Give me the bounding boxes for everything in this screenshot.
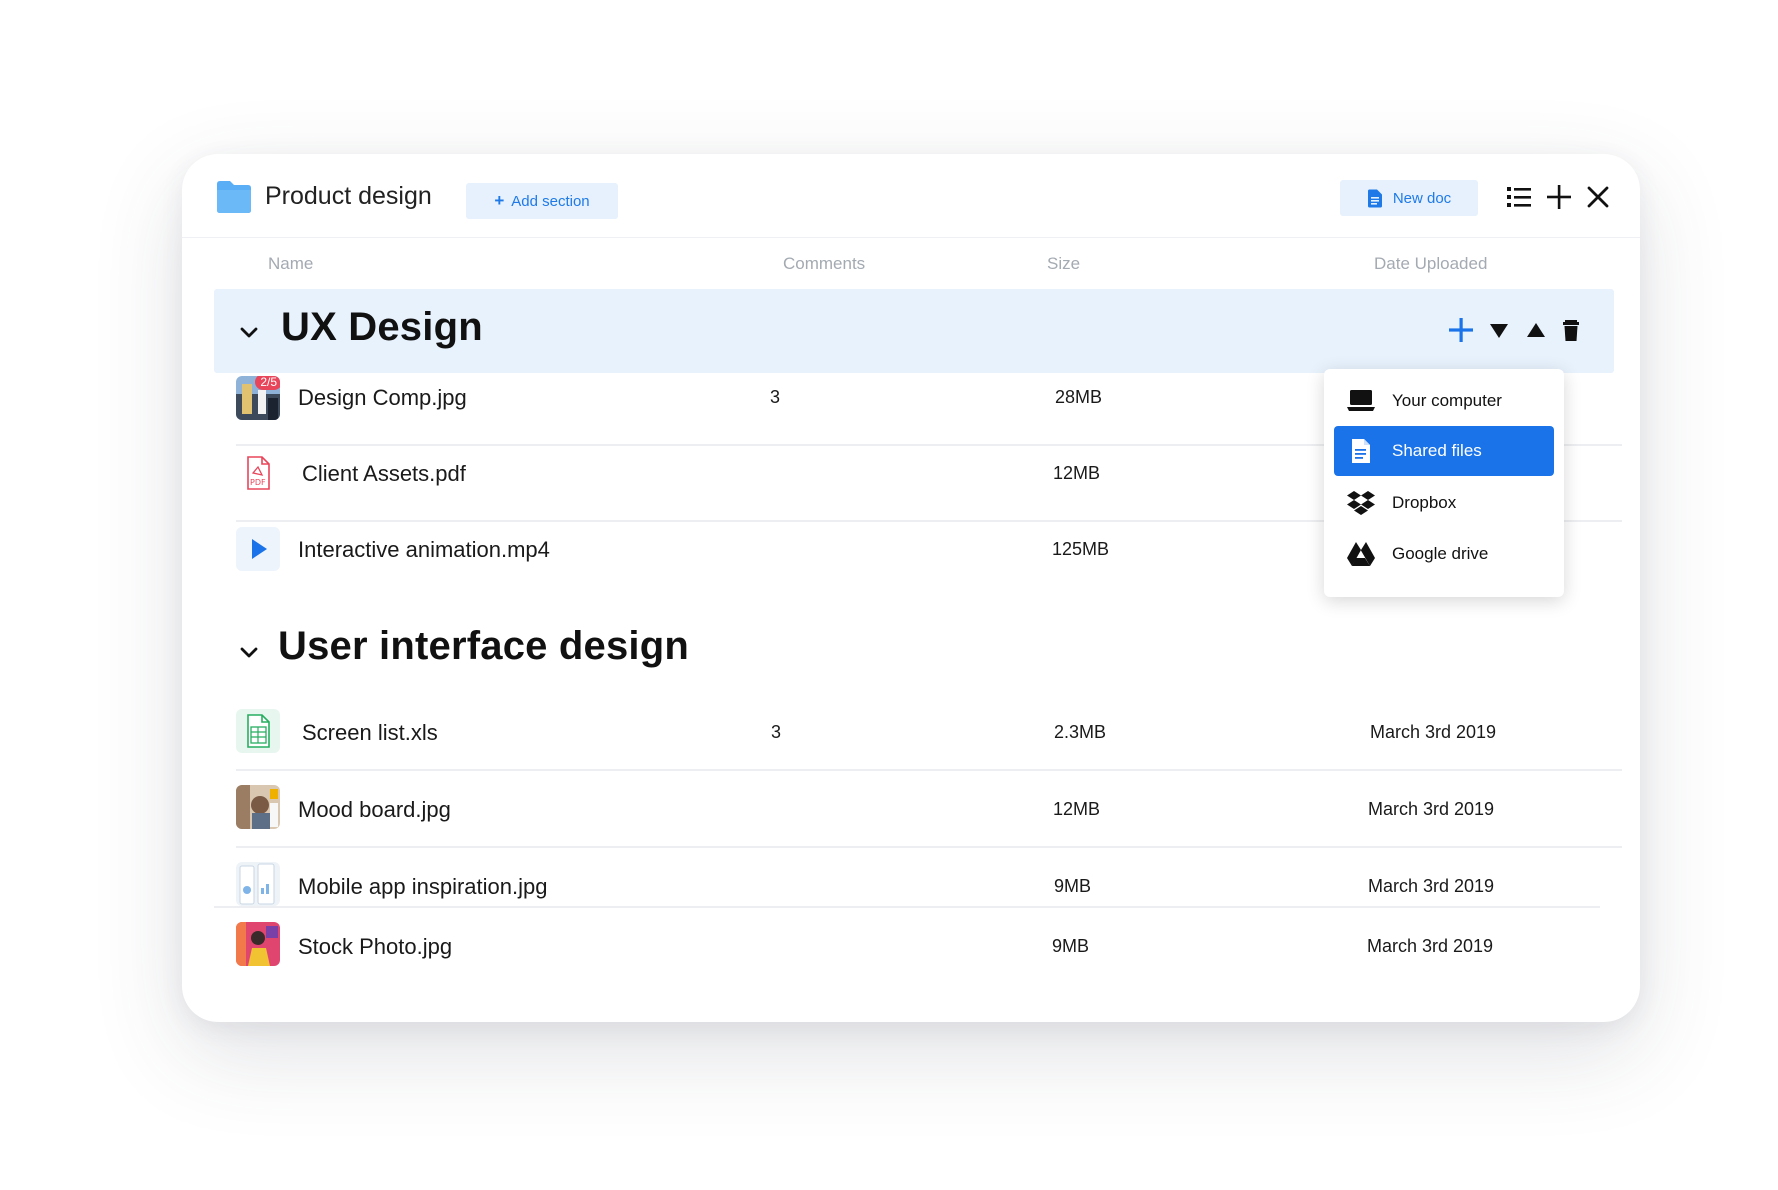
document-icon [1352,439,1370,463]
file-date: March 3rd 2019 [1368,799,1495,819]
column-header-size[interactable]: Size [1047,254,1080,274]
laptop-icon [1347,390,1375,411]
file-name[interactable]: Design Comp.jpg [298,385,467,411]
add-file-icon[interactable] [1447,316,1475,344]
trash-icon[interactable] [1557,316,1585,344]
video-file-icon [236,527,280,571]
menu-item-label: Google drive [1392,544,1489,563]
list-view-icon[interactable] [1506,184,1532,210]
file-date: March 3rd 2019 [1367,936,1494,956]
file-size: 28MB [1055,387,1103,407]
column-header-name[interactable]: Name [268,254,313,274]
chevron-down-icon[interactable] [238,641,260,663]
plus-icon[interactable] [1546,184,1572,210]
page-title: Product design [265,182,432,210]
image-thumbnail [236,922,280,966]
menu-item-dropbox[interactable]: Dropbox [1334,478,1554,528]
menu-item-shared-files[interactable]: Shared files [1334,426,1554,476]
close-icon[interactable] [1585,184,1611,210]
menu-item-label: Dropbox [1392,493,1457,512]
row-divider [236,769,1622,771]
file-size: 12MB [1053,799,1101,819]
dropbox-icon [1347,491,1375,515]
file-name[interactable]: Mobile app inspiration.jpg [298,874,548,900]
section-title: User interface design [278,624,690,668]
image-thumbnail [236,862,280,906]
file-name[interactable]: Stock Photo.jpg [298,934,452,960]
file-name[interactable]: Client Assets.pdf [302,461,466,487]
top-bar: Product design + Add section New doc [182,154,1640,238]
column-header-date[interactable]: Date Uploaded [1374,254,1487,274]
file-size: 125MB [1052,539,1110,559]
menu-item-label: Shared files [1392,441,1482,460]
file-name[interactable]: Screen list.xls [302,720,438,746]
version-badge: 2/5 [255,376,280,390]
google-drive-icon [1347,542,1375,566]
move-down-icon[interactable] [1485,316,1513,344]
folder-icon [217,181,251,213]
document-icon [1367,189,1382,207]
add-section-label: Add section [511,192,590,210]
file-manager-window: Product design + Add section New doc Nam… [182,154,1640,1022]
image-thumbnail [236,785,280,829]
move-up-icon[interactable] [1522,316,1550,344]
plus-icon: + [494,191,505,210]
new-doc-label: New doc [1392,189,1452,207]
file-size: 2.3MB [1054,722,1107,742]
new-doc-button[interactable]: New doc [1340,180,1478,216]
file-size: 9MB [1052,936,1090,956]
image-thumbnail: 2/5 [236,376,280,420]
chevron-down-icon[interactable] [238,321,260,343]
file-date: March 3rd 2019 [1370,722,1497,742]
section-title: UX Design [281,305,483,349]
file-name[interactable]: Mood board.jpg [298,797,451,823]
file-size: 9MB [1054,876,1092,896]
file-date: March 3rd 2019 [1368,876,1495,896]
upload-source-menu: Your computer Shared files Dropbox Googl… [1324,369,1564,597]
file-comments: 3 [771,722,782,742]
file-name[interactable]: Interactive animation.mp4 [298,537,550,563]
spreadsheet-file-icon [236,709,280,753]
menu-item-your-computer[interactable]: Your computer [1334,376,1554,426]
column-header-comments[interactable]: Comments [783,254,865,274]
section-header-ux-design[interactable]: UX Design [214,289,1614,373]
menu-item-google-drive[interactable]: Google drive [1334,529,1554,579]
add-section-button[interactable]: + Add section [466,183,618,219]
svg-text:PDF: PDF [250,478,266,487]
pdf-file-icon: PDF [236,451,280,495]
file-comments: 3 [770,387,781,407]
menu-item-label: Your computer [1392,391,1502,410]
file-size: 12MB [1053,463,1101,483]
row-divider [236,846,1622,848]
row-divider [214,906,1600,908]
